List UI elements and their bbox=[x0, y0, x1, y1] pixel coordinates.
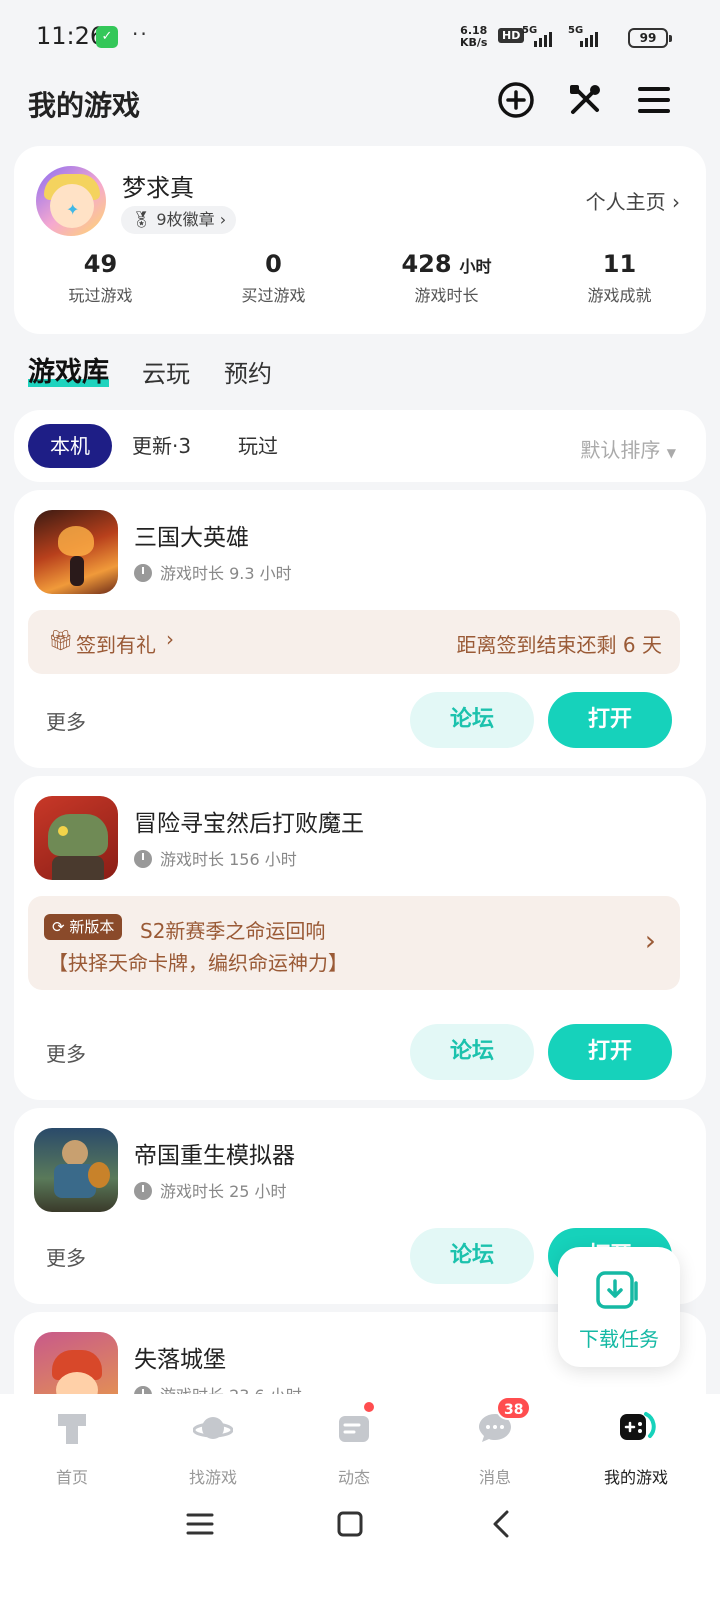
bottom-nav: 首页 找游戏 动态 消息 38 我的游戏 bbox=[0, 1394, 720, 1600]
tab-reserve[interactable]: 预约 bbox=[224, 354, 272, 389]
library-tabs: 游戏库 云玩 预约 bbox=[28, 350, 428, 400]
username: 梦求真 bbox=[122, 174, 194, 202]
update-banner[interactable]: ⟳ 新版本 S2新赛季之命运回响 【抉择天命卡牌，编织命运神力】 › bbox=[28, 896, 680, 990]
chevron-right-icon: › bbox=[672, 190, 680, 214]
game-name: 三国大英雄 bbox=[134, 525, 249, 551]
checkin-banner[interactable]: 🎁︎ 签到有礼 › 距离签到结束还剩 6 天 bbox=[28, 610, 680, 674]
status-time: 11:26 bbox=[36, 22, 106, 50]
chip-local[interactable]: 本机 bbox=[28, 424, 112, 468]
home-icon bbox=[58, 1414, 86, 1444]
timer-icon bbox=[134, 564, 152, 582]
avatar[interactable]: ✦ bbox=[36, 166, 106, 236]
game-card[interactable]: 冒险寻宝然后打败魔王 游戏时长 156 小时 ⟳ 新版本 S2新赛季之命运回响 … bbox=[14, 776, 706, 1100]
home-nav-icon[interactable] bbox=[330, 1504, 370, 1544]
caret-down-icon: ▼ bbox=[666, 446, 676, 460]
timer-icon bbox=[134, 850, 152, 868]
status-bar: 11:26 ✓ ·· 6.18 KB/s HD 5G 5G 99 bbox=[0, 0, 720, 76]
stat-achievements[interactable]: 11 游戏成就 bbox=[533, 250, 706, 306]
chevron-right-icon: › bbox=[166, 627, 174, 651]
message-count-badge: 38 bbox=[496, 1396, 532, 1420]
game-card[interactable]: 三国大英雄 游戏时长 9.3 小时 🎁︎ 签到有礼 › 距离签到结束还剩 6 天… bbox=[14, 490, 706, 768]
new-version-tag: ⟳ 新版本 bbox=[44, 914, 123, 940]
page-title: 我的游戏 bbox=[28, 89, 141, 122]
download-tasks-button[interactable]: 下载任务 bbox=[558, 1247, 680, 1367]
add-circle-icon[interactable] bbox=[496, 80, 536, 120]
medal-icon: 🏅︎ bbox=[131, 210, 152, 229]
open-button[interactable]: 打开 bbox=[548, 692, 672, 748]
gamepad-icon bbox=[620, 1412, 656, 1440]
more-button[interactable]: 更多 bbox=[46, 706, 86, 735]
stat-playtime[interactable]: 428 小时 游戏时长 bbox=[360, 250, 533, 306]
back-icon[interactable] bbox=[482, 1504, 522, 1544]
more-button[interactable]: 更多 bbox=[46, 1242, 86, 1271]
open-button[interactable]: 打开 bbox=[548, 1024, 672, 1080]
signal-icon-2: 5G bbox=[568, 25, 612, 49]
tools-icon[interactable] bbox=[565, 80, 605, 120]
tab-cloud[interactable]: 云玩 bbox=[142, 354, 190, 389]
hd-icon: HD bbox=[498, 28, 525, 43]
badges-button[interactable]: 🏅︎ 9枚徽章 › bbox=[121, 206, 237, 234]
game-playtime: 游戏时长 156 小时 bbox=[134, 846, 297, 870]
download-icon bbox=[596, 1271, 638, 1309]
game-icon[interactable] bbox=[34, 796, 118, 880]
forum-button[interactable]: 论坛 bbox=[410, 1228, 534, 1284]
stat-bought[interactable]: 0 买过游戏 bbox=[187, 250, 360, 306]
profile-card: ✦ 梦求真 🏅︎ 9枚徽章 › 个人主页 › 49 玩过游戏 0 买过游戏 42… bbox=[14, 146, 706, 334]
game-playtime: 游戏时长 25 小时 bbox=[134, 1178, 287, 1202]
more-button[interactable]: 更多 bbox=[46, 1038, 86, 1067]
game-name: 帝国重生模拟器 bbox=[134, 1143, 295, 1169]
game-playtime: 游戏时长 9.3 小时 bbox=[134, 560, 292, 584]
sort-dropdown[interactable]: 默认排序 ▼ bbox=[580, 434, 676, 463]
battery-icon: 99 bbox=[628, 28, 672, 48]
net-speed: 6.18 KB/s bbox=[460, 24, 488, 49]
signal-icon: 5G bbox=[522, 25, 566, 49]
chevron-right-icon: › bbox=[219, 210, 227, 229]
tab-library[interactable]: 游戏库 bbox=[28, 350, 109, 389]
profile-home-link[interactable]: 个人主页 › bbox=[586, 186, 680, 215]
chevron-right-icon: › bbox=[644, 924, 656, 957]
game-icon[interactable] bbox=[34, 510, 118, 594]
unread-dot bbox=[362, 1400, 376, 1414]
gift-icon: 🎁︎ bbox=[48, 628, 74, 652]
planet-icon bbox=[193, 1417, 233, 1439]
stat-played[interactable]: 49 玩过游戏 bbox=[14, 250, 187, 306]
refresh-icon: ⟳ bbox=[52, 918, 65, 936]
header: 我的游戏 bbox=[0, 76, 720, 136]
timer-icon bbox=[134, 1182, 152, 1200]
feed-icon bbox=[339, 1416, 369, 1442]
forum-button[interactable]: 论坛 bbox=[410, 1024, 534, 1080]
notification-dots-icon: ·· bbox=[132, 22, 149, 46]
recents-icon[interactable] bbox=[180, 1504, 220, 1544]
shield-icon: ✓ bbox=[96, 26, 118, 48]
chip-updates[interactable]: 更新·3 bbox=[110, 424, 213, 468]
forum-button[interactable]: 论坛 bbox=[410, 692, 534, 748]
game-name: 失落城堡 bbox=[134, 1347, 226, 1373]
filter-bar: 本机 更新·3 玩过 默认排序 ▼ bbox=[14, 410, 706, 482]
menu-icon[interactable] bbox=[634, 80, 674, 120]
game-icon[interactable] bbox=[34, 1128, 118, 1212]
chip-played[interactable]: 玩过 bbox=[216, 424, 300, 468]
game-name: 冒险寻宝然后打败魔王 bbox=[134, 811, 364, 837]
